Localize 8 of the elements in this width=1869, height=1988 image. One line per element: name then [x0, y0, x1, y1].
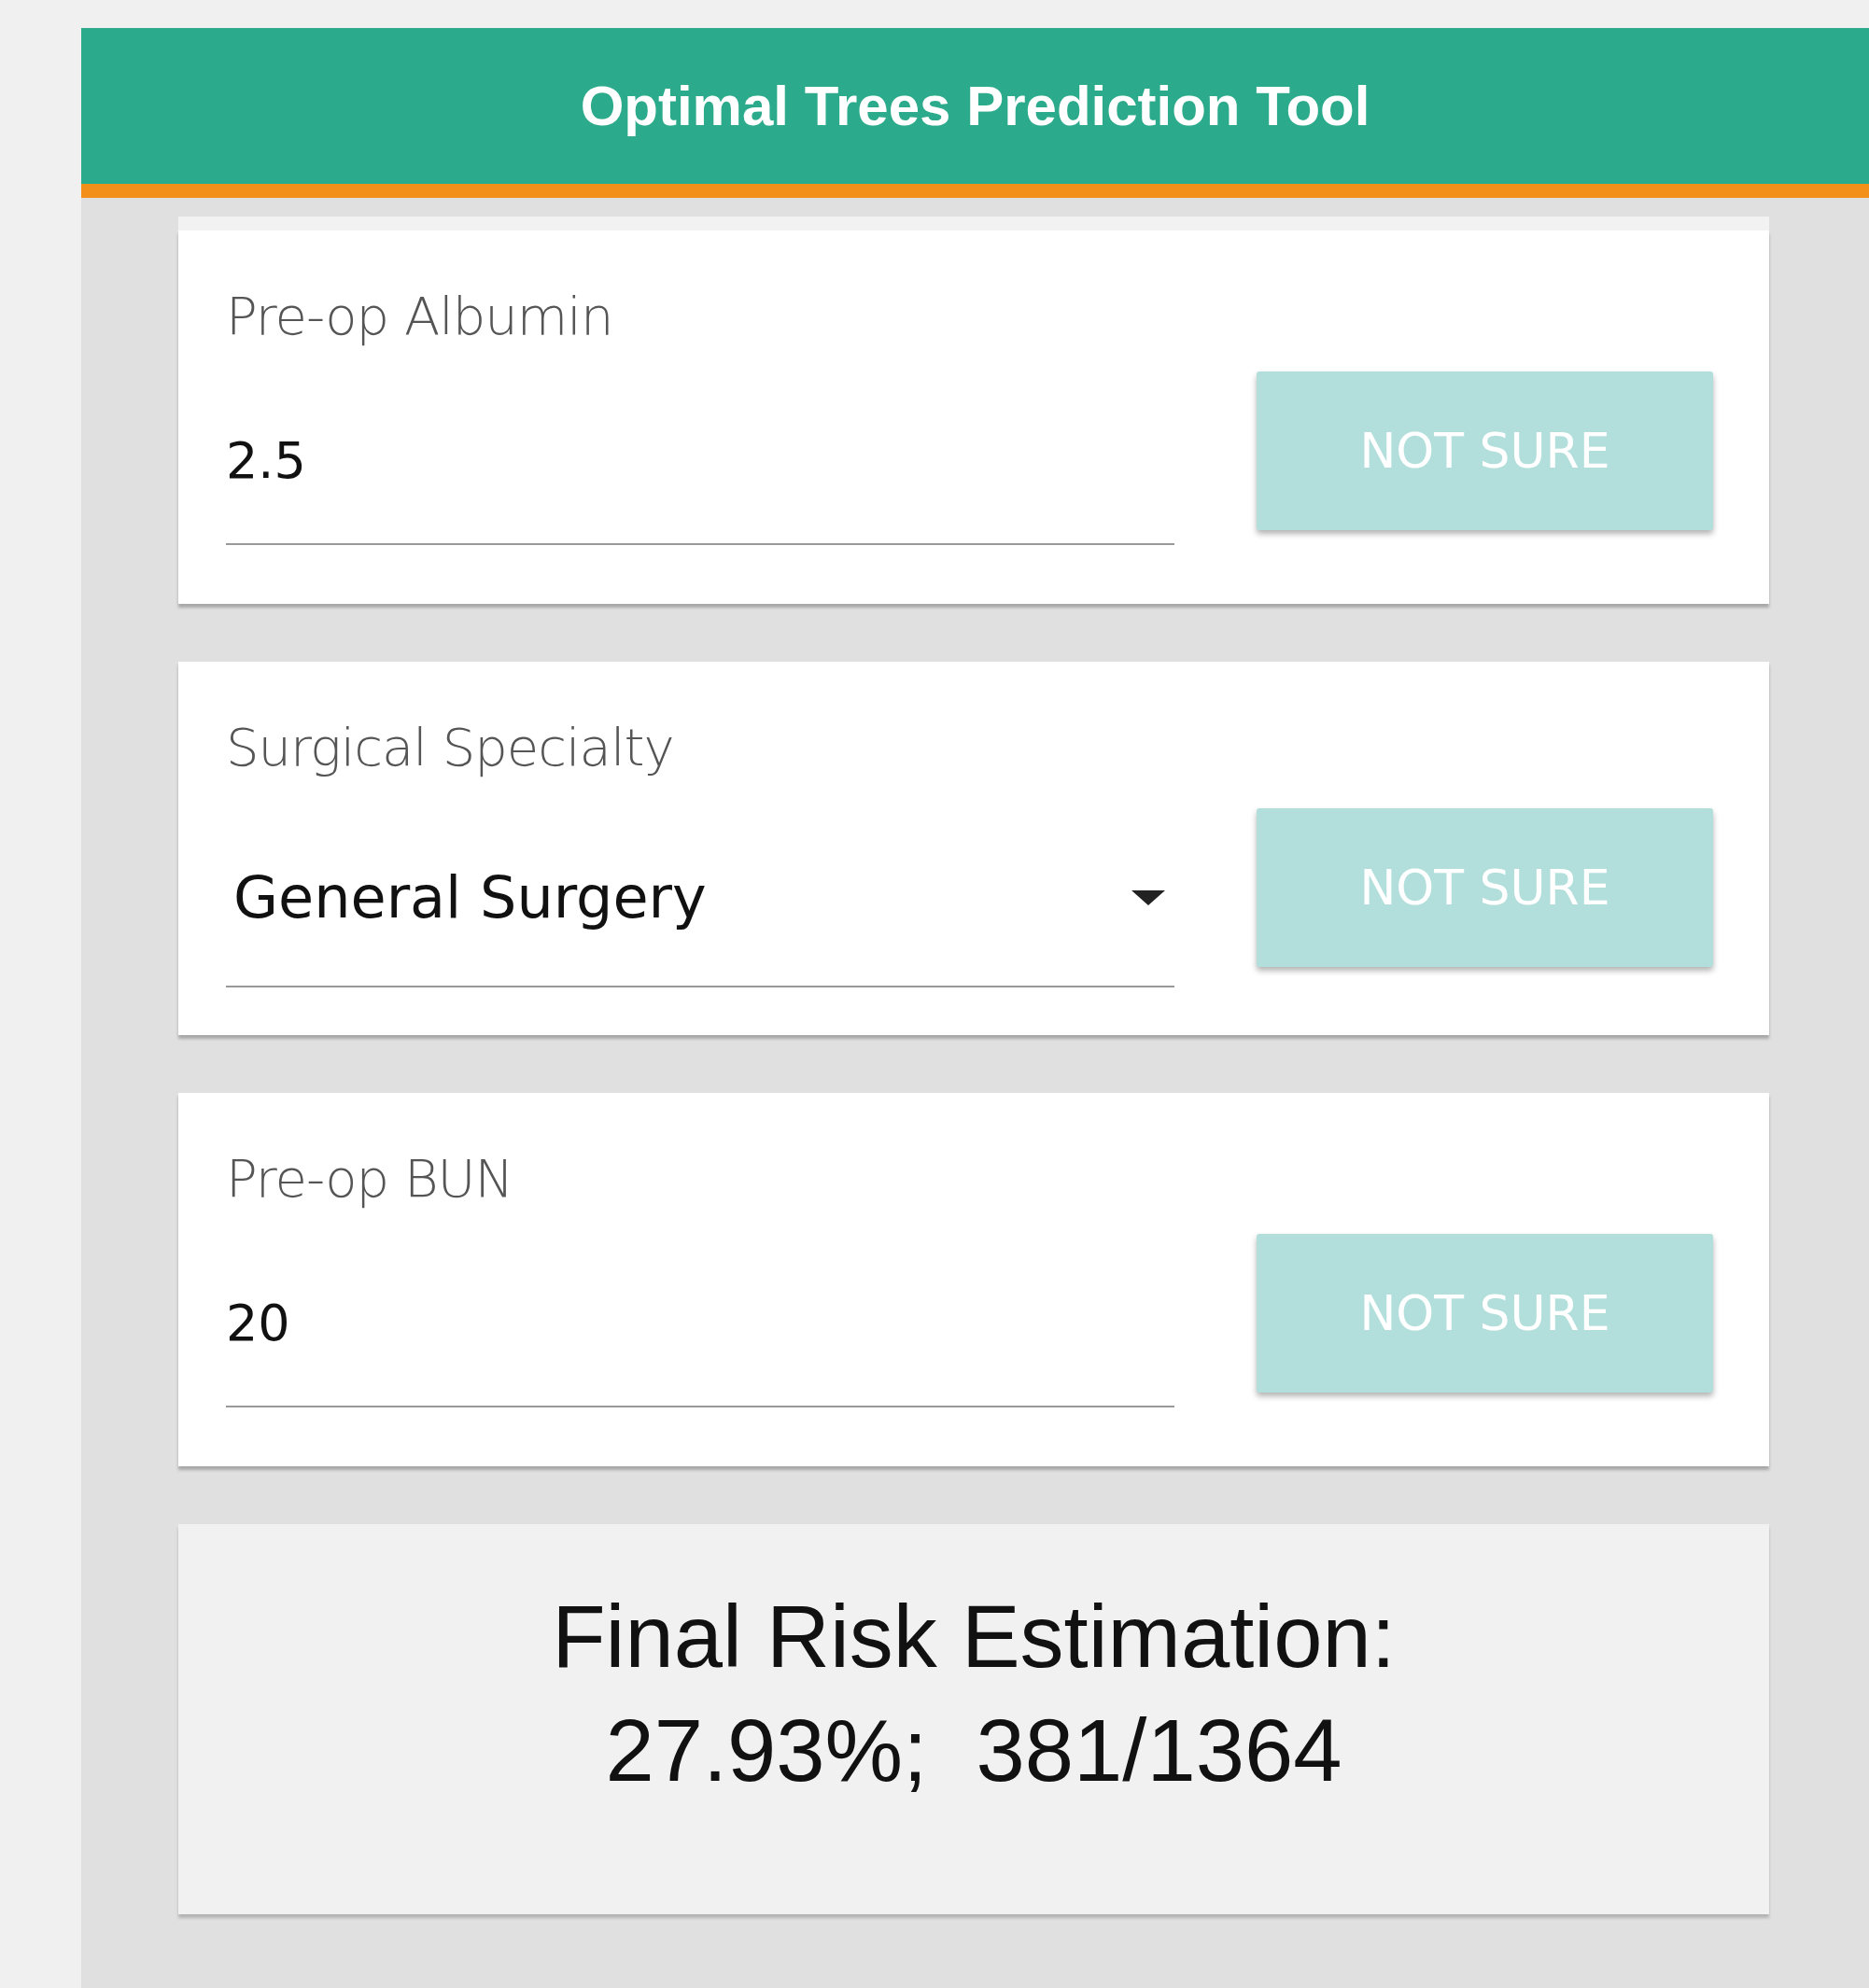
caret-icon: [1130, 888, 1167, 907]
app-title: Optimal Trees Prediction Tool: [580, 73, 1370, 139]
result-text: Final Risk Estimation:: [552, 1588, 1396, 1686]
field-label: Pre-op Albumin: [226, 286, 613, 346]
field-label: Pre-op BUN: [226, 1148, 513, 1209]
result-text: 27.93%; 381/1364: [605, 1701, 1342, 1800]
field-label: Surgical Specialty: [226, 717, 674, 777]
specialty-dropdown[interactable]: General Surgery: [226, 787, 1174, 987]
